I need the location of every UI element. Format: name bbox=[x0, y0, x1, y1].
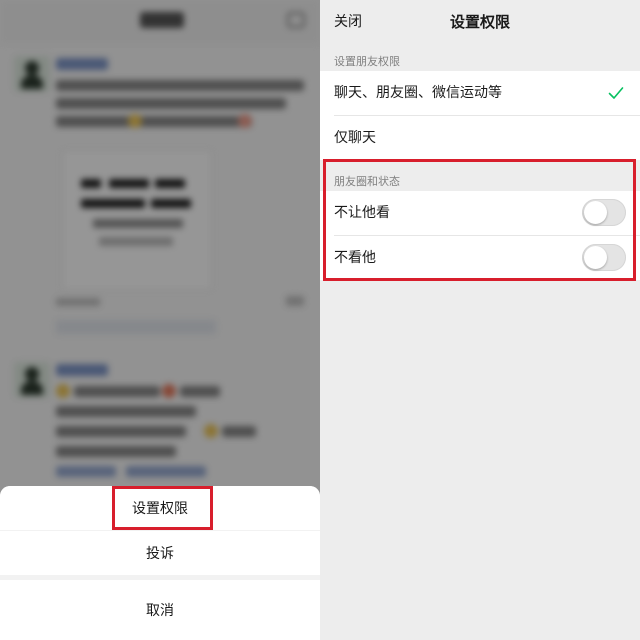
friend-permission-section-label: 设置朋友权限 bbox=[334, 55, 400, 68]
navigation-bar: 设置权限 关闭 bbox=[320, 0, 640, 44]
page-title: 设置权限 bbox=[449, 13, 510, 31]
screen: 设置权限 投诉 取消 设置权限 关闭 设置朋友权限 聊天、朋友圈、微信运动等 仅… bbox=[0, 0, 640, 640]
close-button[interactable]: 关闭 bbox=[334, 0, 362, 44]
cancel-button[interactable]: 取消 bbox=[0, 580, 320, 640]
settings-panel: 设置权限 关闭 设置朋友权限 聊天、朋友圈、微信运动等 仅聊天 朋友圈和状态 不… bbox=[320, 0, 640, 640]
option-label: 聊天、朋友圈、微信运动等 bbox=[334, 85, 502, 101]
highlight-box-set-permission bbox=[112, 486, 213, 530]
highlight-box-moments-section bbox=[323, 159, 636, 281]
report-option[interactable]: 投诉 bbox=[0, 531, 320, 575]
option-chat-moments-werun[interactable]: 聊天、朋友圈、微信运动等 bbox=[320, 71, 640, 115]
friend-permission-group: 聊天、朋友圈、微信运动等 仅聊天 bbox=[320, 71, 640, 160]
checkmark-icon bbox=[608, 87, 624, 99]
option-label: 仅聊天 bbox=[334, 130, 376, 146]
moments-feed-panel: 设置权限 投诉 取消 bbox=[0, 0, 320, 640]
option-chat-only[interactable]: 仅聊天 bbox=[320, 116, 640, 160]
